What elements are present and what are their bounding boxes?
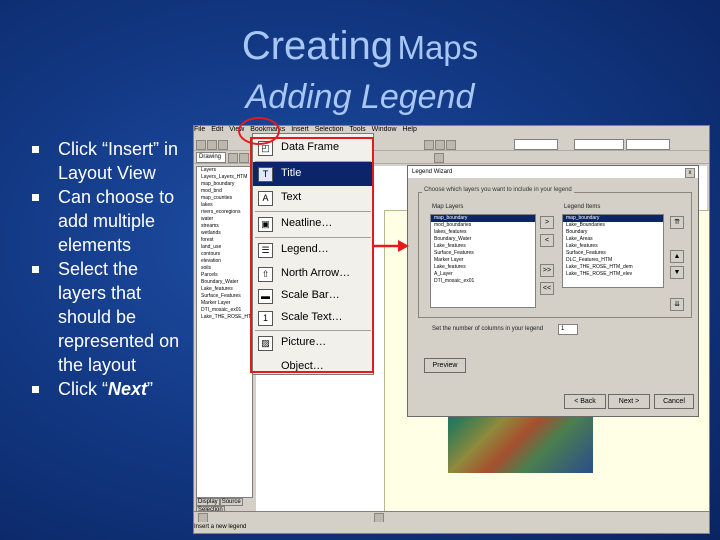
arrow-head — [398, 240, 409, 252]
annotation-arrow — [374, 240, 409, 252]
